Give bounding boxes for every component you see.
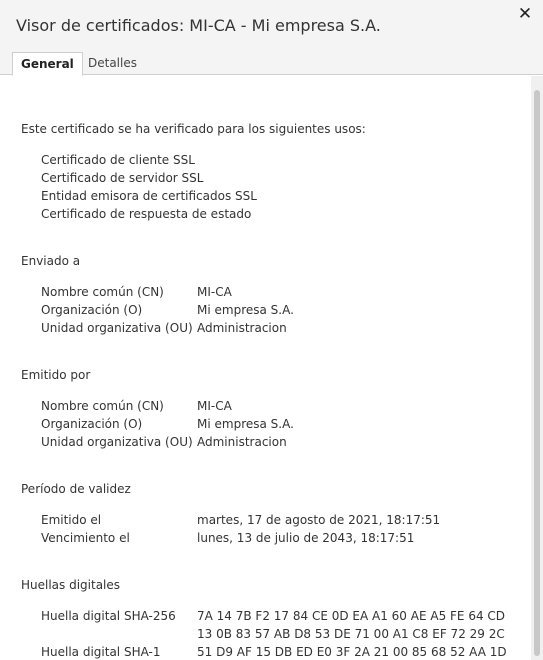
tab-general[interactable]: General — [12, 52, 83, 76]
validity-heading: Período de validez — [21, 482, 131, 496]
fingerprints-heading: Huellas digitales — [21, 578, 121, 592]
validity-value: lunes, 13 de julio de 2043, 18:17:51 — [197, 531, 415, 545]
general-tab-panel: Este certificado se ha verificado para l… — [0, 76, 531, 660]
dialog-title: Visor de certificados: MI-CA - Mi empres… — [16, 16, 381, 35]
scrollbar-thumb[interactable] — [534, 90, 540, 656]
title-bar: Visor de certificados: MI-CA - Mi empres… — [0, 0, 543, 38]
validity-label: Emitido el — [41, 513, 102, 527]
sha256-label: Huella digital SHA-256 — [41, 609, 176, 623]
issued-to-label: Unidad organizativa (OU) — [41, 321, 193, 335]
issued-by-label: Nombre común (CN) — [41, 399, 164, 413]
issued-to-label: Nombre común (CN) — [41, 285, 164, 299]
validity-value: martes, 17 de agosto de 2021, 18:17:51 — [197, 513, 441, 527]
issued-by-value: MI-CA — [197, 399, 232, 413]
validity-label: Vencimiento el — [41, 531, 130, 545]
issued-by-label: Unidad organizativa (OU) — [41, 435, 193, 449]
issued-to-value: MI-CA — [197, 285, 232, 299]
vertical-scrollbar[interactable] — [531, 76, 543, 660]
tab-details[interactable]: Detalles — [80, 52, 145, 76]
sha1-value: 51 D9 AF 15 DB ED E0 3F 2A 21 00 85 68 5… — [197, 645, 507, 659]
certificate-viewer-dialog: Visor de certificados: MI-CA - Mi empres… — [0, 0, 543, 660]
usage-item: Certificado de cliente SSL — [41, 153, 195, 167]
issued-by-label: Organización (O) — [41, 417, 143, 431]
issued-by-value: Mi empresa S.A. — [197, 417, 294, 431]
issued-by-heading: Emitido por — [21, 368, 91, 382]
issued-to-value: Mi empresa S.A. — [197, 303, 294, 317]
sha256-value-line2: 13 0B 83 57 AB D8 53 DE 71 00 A1 C8 EF 7… — [197, 627, 505, 641]
sha256-value-line1: 7A 14 7B F2 17 84 CE 0D EA A1 60 AE A5 F… — [197, 609, 506, 623]
issued-to-label: Organización (O) — [41, 303, 143, 317]
close-icon[interactable]: ✕ — [515, 4, 535, 24]
usage-heading: Este certificado se ha verificado para l… — [21, 122, 366, 136]
sha1-label: Huella digital SHA-1 — [41, 645, 161, 659]
usage-item: Certificado de servidor SSL — [41, 171, 204, 185]
issued-to-value: Administracion — [197, 321, 287, 335]
issued-by-value: Administracion — [197, 435, 287, 449]
tab-bar: General Detalles — [0, 38, 543, 76]
usage-item: Certificado de respuesta de estado — [41, 207, 252, 221]
usage-item: Entidad emisora de certificados SSL — [41, 189, 257, 203]
issued-to-heading: Enviado a — [21, 254, 81, 268]
